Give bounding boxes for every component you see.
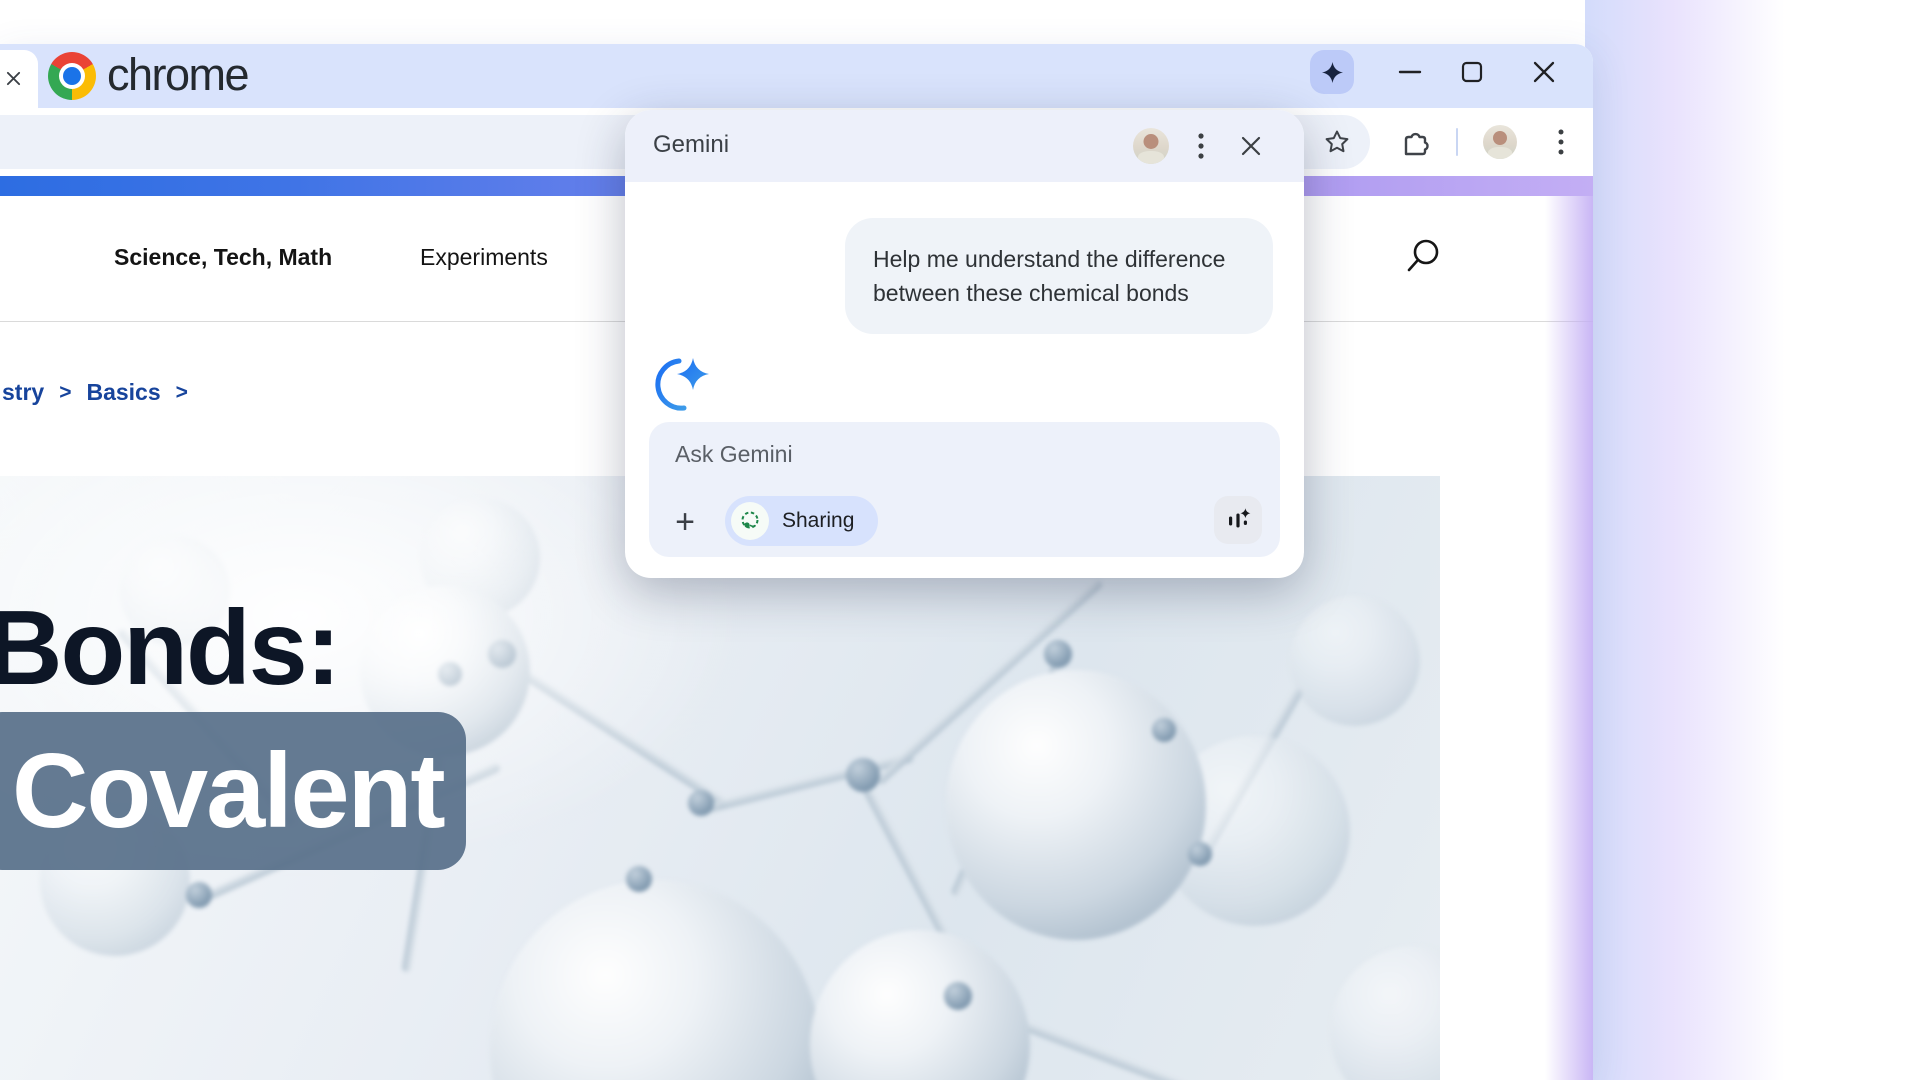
gemini-panel-title: Gemini (653, 131, 729, 159)
active-tab-partial[interactable] (0, 50, 38, 108)
close-icon (1241, 136, 1261, 156)
toolbar-separator (1456, 128, 1458, 156)
window-maximize-button[interactable] (1448, 48, 1496, 96)
page-right-glow (1545, 196, 1593, 1080)
screenshot-stage: chrome (0, 0, 1920, 1080)
add-attachment-button[interactable]: + (668, 502, 702, 542)
breadcrumb-link-basics[interactable]: Basics (86, 379, 160, 406)
chrome-wordmark: chrome (107, 49, 248, 101)
profile-avatar[interactable] (1483, 125, 1517, 159)
hero-badge-label: Covalent (12, 731, 444, 852)
hero-heading: Bonds: (0, 588, 339, 709)
bookmark-star-button[interactable] (1322, 127, 1352, 157)
hero-badge: Covalent (0, 712, 466, 870)
site-search-button[interactable] (1396, 232, 1448, 284)
gemini-sparkle-icon (1322, 62, 1343, 83)
gemini-panel-header: Gemini (625, 110, 1304, 182)
gemini-sparkle-button[interactable] (1310, 50, 1354, 94)
tab-close-icon[interactable] (6, 71, 21, 86)
tab-strip: chrome (0, 44, 1593, 108)
chrome-logo-icon (48, 52, 96, 100)
maximize-icon (1461, 61, 1483, 83)
waveform-sparkle-icon (1225, 507, 1251, 533)
window-close-button[interactable] (1520, 48, 1568, 96)
nav-item-science-tech-math[interactable]: Science, Tech, Math (114, 244, 332, 271)
browser-menu-button[interactable] (1546, 125, 1576, 159)
extensions-puzzle-icon (1401, 127, 1429, 157)
gemini-input-box[interactable]: Ask Gemini + Sharing (649, 422, 1280, 557)
sharing-chip[interactable]: Sharing (725, 496, 878, 546)
sharing-chip-label: Sharing (782, 509, 854, 533)
minimize-icon (1398, 60, 1422, 84)
gemini-profile-avatar[interactable] (1133, 128, 1169, 164)
gemini-input-placeholder: Ask Gemini (675, 441, 793, 468)
voice-input-button[interactable] (1214, 496, 1262, 544)
sharing-icon (731, 502, 769, 540)
gemini-sparkle-icon (677, 358, 709, 390)
breadcrumb: stry > Basics > (2, 379, 188, 406)
window-minimize-button[interactable] (1386, 48, 1434, 96)
breadcrumb-separator: > (59, 381, 71, 405)
background-glow (1585, 0, 1835, 1080)
gemini-menu-button[interactable] (1183, 128, 1219, 164)
gemini-close-button[interactable] (1233, 128, 1269, 164)
extensions-button[interactable] (1400, 125, 1430, 159)
user-message-bubble: Help me understand the difference betwee… (845, 218, 1273, 334)
breadcrumb-separator: > (176, 381, 188, 405)
nav-item-experiments[interactable]: Experiments (420, 244, 548, 271)
bookmark-star-icon (1324, 129, 1350, 155)
breadcrumb-link-chemistry[interactable]: stry (2, 379, 44, 406)
chrome-brand: chrome (48, 44, 248, 108)
three-dot-menu-icon (1198, 133, 1204, 159)
spinner-arc (658, 361, 684, 408)
search-icon (1402, 237, 1442, 279)
gemini-thinking-indicator (649, 352, 725, 423)
gemini-panel: Gemini Help me understand the difference… (625, 110, 1304, 578)
close-icon (1533, 61, 1555, 83)
three-dot-menu-icon (1558, 129, 1564, 155)
